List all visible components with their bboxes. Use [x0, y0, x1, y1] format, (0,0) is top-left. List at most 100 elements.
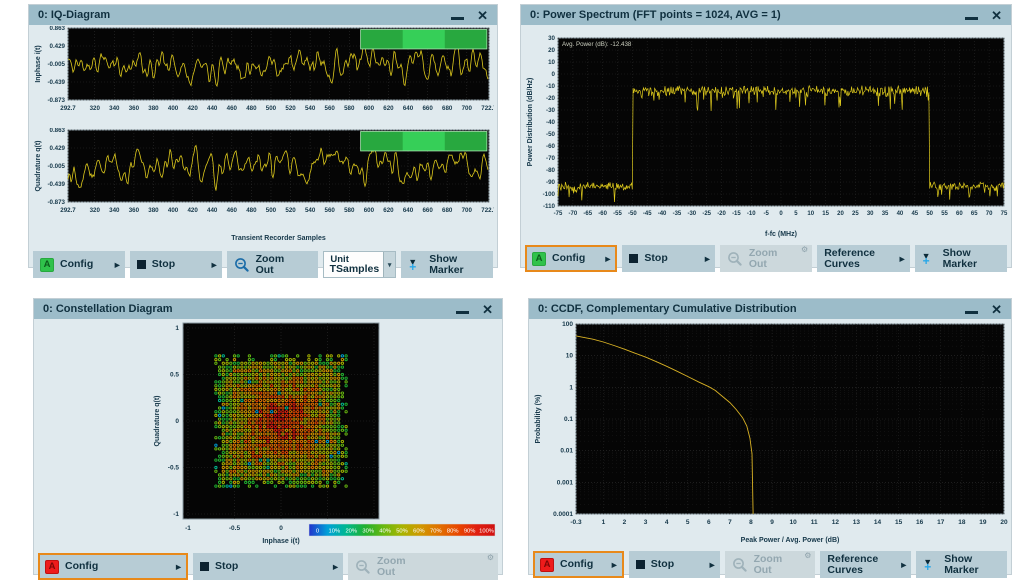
button-label-line: Curves — [824, 259, 875, 270]
colorbar-label: 60% — [413, 529, 425, 535]
zoom-out-button[interactable]: ZoomOut — [227, 251, 319, 278]
tick-label: 0.1 — [564, 416, 573, 423]
tick-label: -10 — [747, 211, 756, 217]
plus-icon: + — [923, 257, 930, 265]
unit-value: TSamples — [330, 263, 380, 275]
minimize-icon[interactable] — [456, 311, 469, 314]
ccdf-plot-canvas[interactable]: -0.3123456789101112131415161718192010010… — [532, 320, 1008, 549]
tick-label: 1 — [175, 325, 179, 332]
tick-label: 540 — [305, 105, 316, 112]
button-label-line: Marker — [429, 265, 463, 276]
tick-label: 50 — [926, 211, 933, 217]
reference-curves-button[interactable]: ReferenceCurves▶ — [817, 245, 909, 272]
zoom-out-button[interactable]: ZoomOut⚙ — [725, 551, 816, 578]
tick-label: -20 — [717, 211, 726, 217]
show-marker-button[interactable]: ▼+ ShowMarker — [916, 551, 1007, 578]
minimize-icon[interactable] — [451, 17, 464, 20]
tick-label: 10 — [790, 519, 798, 526]
tick-label: -0.439 — [47, 79, 65, 86]
stop-button[interactable]: Stop▶ — [130, 251, 222, 278]
tick-label: -40 — [658, 211, 667, 217]
unit-dropdown[interactable]: UnitTSamples▾ — [323, 251, 396, 278]
tick-label: -5 — [763, 211, 769, 217]
spectrum-svg: -75-70-65-60-55-50-45-40-35-30-25-20-15-… — [524, 26, 1008, 238]
tick-label: 3 — [644, 519, 648, 526]
button-label-line: Show — [944, 554, 978, 565]
config-button[interactable]: AConfig▶ — [525, 245, 617, 272]
tick-label: 14 — [874, 519, 882, 526]
button-label: Config — [60, 259, 93, 270]
tick-label: 360 — [129, 105, 140, 112]
close-icon[interactable]: ✕ — [477, 9, 488, 22]
button-label: Stop — [651, 559, 674, 570]
stop-icon — [629, 254, 638, 263]
tick-label: 9 — [770, 519, 774, 526]
tick-label: -30 — [687, 211, 696, 217]
button-label: ShowMarker — [944, 554, 978, 576]
zoom-out-icon — [732, 557, 748, 573]
tick-label: 11 — [811, 519, 818, 526]
minimize-icon[interactable] — [965, 311, 978, 314]
minimize-icon[interactable] — [965, 17, 978, 20]
tick-label: 55 — [941, 211, 948, 217]
marker-icon: ▼+ — [923, 558, 938, 571]
tick-label: 340 — [109, 207, 120, 214]
tick-label: -70 — [546, 155, 556, 162]
close-icon[interactable]: ✕ — [991, 303, 1002, 316]
zoom-out-button[interactable]: ZoomOut⚙ — [720, 245, 812, 272]
tick-label: 2 — [623, 519, 627, 526]
constellation-window-titlebar[interactable]: 0: Constellation Diagram ✕ — [34, 299, 502, 319]
tick-label: 0.863 — [50, 128, 66, 134]
colorbar-label: 100% — [479, 529, 494, 535]
iq-subplot-svg: 292.732034036038040042044046048050052054… — [32, 26, 494, 122]
inphase-plot-canvas[interactable]: 292.732034036038040042044046048050052054… — [32, 26, 494, 127]
show-marker-button[interactable]: ▼+ShowMarker — [401, 251, 493, 278]
iq-diagram-window: 0: IQ-Diagram ✕ 292.73203403603804004204… — [28, 4, 498, 268]
x-axis-label: Inphase i(t) — [262, 538, 299, 545]
zoom-out-icon — [355, 559, 371, 575]
tick-label: 6 — [707, 519, 711, 526]
button-label-line: Stop — [152, 259, 175, 270]
tick-label: -1 — [173, 511, 179, 518]
config-button[interactable]: AConfig▶ — [33, 251, 125, 278]
tick-label: 4 — [665, 519, 669, 526]
avg-power-annotation: Avg. Power (dB): -12.438 — [562, 41, 632, 48]
quadrature-plot-canvas[interactable]: 292.732034036038040042044046048050052054… — [32, 128, 494, 249]
ccdf-window-titlebar[interactable]: 0: CCDF, Complementary Cumulative Distri… — [529, 299, 1011, 319]
spectrum-window-titlebar[interactable]: 0: Power Spectrum (FFT points = 1024, AV… — [521, 5, 1011, 25]
stop-button[interactable]: Stop▶ — [622, 245, 714, 272]
close-icon[interactable]: ✕ — [482, 303, 493, 316]
reference-curves-button[interactable]: ReferenceCurves▶ — [820, 551, 911, 578]
tick-label: 8 — [749, 519, 753, 526]
button-label: Config — [560, 559, 593, 570]
spectrum-plot-canvas[interactable]: -75-70-65-60-55-50-45-40-35-30-25-20-15-… — [524, 26, 1008, 243]
tick-label: -0.5 — [168, 465, 180, 472]
button-label-line: Zoom — [377, 556, 406, 567]
close-icon[interactable]: ✕ — [991, 9, 1002, 22]
show-marker-button[interactable]: ▼+ShowMarker — [915, 245, 1007, 272]
config-button[interactable]: AConfig▶ — [533, 551, 624, 578]
tick-label: -10 — [546, 83, 556, 90]
tick-label: 480 — [246, 105, 257, 112]
tick-label: 400 — [168, 105, 179, 112]
constellation-svg: -1-0.500.5110.50-0.5-1Quadrature q(t)Inp… — [37, 320, 499, 546]
tick-label: 25 — [852, 211, 859, 217]
gear-icon: ⚙ — [801, 245, 808, 254]
button-label-line: Stop — [644, 253, 667, 264]
iq-window-titlebar[interactable]: 0: IQ-Diagram ✕ — [29, 5, 497, 25]
button-label-line: Marker — [944, 565, 978, 576]
spectrum-toolbar: AConfig▶Stop▶ZoomOut⚙ReferenceCurves▶▼+S… — [525, 245, 1007, 272]
tick-label: -25 — [702, 211, 711, 217]
arrow-right-icon: ▶ — [115, 261, 120, 269]
button-label-line: Reference — [827, 554, 878, 565]
tick-label: 19 — [979, 519, 987, 526]
tick-label: 1 — [602, 519, 606, 526]
dropdown-caret-icon[interactable]: ▾ — [383, 252, 395, 277]
constellation-plot-canvas[interactable]: -1-0.500.5110.50-0.5-1Quadrature q(t)Inp… — [37, 320, 499, 551]
colorbar-label: 0 — [316, 529, 319, 535]
tick-label: 20 — [548, 47, 555, 54]
button-label-line: Out — [256, 265, 285, 276]
tick-label: -0.3 — [570, 519, 582, 526]
tick-label: 560 — [325, 105, 336, 112]
stop-button[interactable]: Stop▶ — [629, 551, 720, 578]
